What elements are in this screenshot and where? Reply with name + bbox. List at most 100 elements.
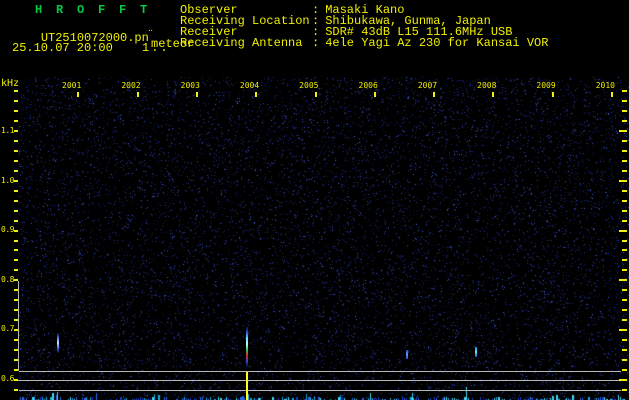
freq-axis-tick-left <box>14 160 18 162</box>
freq-axis-tick-left <box>14 100 18 102</box>
status-counter: 1.. <box>142 41 170 55</box>
time-axis-label: 2009 <box>536 81 556 90</box>
time-axis-label: 2007 <box>417 81 438 90</box>
freq-axis-tick-left <box>14 319 18 321</box>
freq-axis-tick-right <box>622 100 627 102</box>
freq-axis-tick-left <box>14 309 18 311</box>
freq-axis-tick-left <box>14 329 18 331</box>
meteor-echo-streak <box>475 347 477 357</box>
freq-axis-tick-left <box>14 230 18 232</box>
freq-axis-tick-right <box>622 269 627 271</box>
freq-axis-tick-right <box>619 379 627 381</box>
freq-axis-tick-right <box>622 389 627 391</box>
freq-axis-tick-right <box>622 210 627 212</box>
freq-axis-tick-left <box>14 180 18 182</box>
time-axis-label: 2005 <box>299 81 319 90</box>
freq-axis-tick-left <box>14 279 18 281</box>
band-box-left-edge <box>18 281 19 371</box>
freq-axis-tick-right <box>622 289 627 291</box>
freq-axis-tick-right <box>622 150 627 152</box>
freq-axis-tick-right <box>622 220 627 222</box>
time-axis-tick <box>136 92 139 97</box>
freq-axis-tick-left <box>14 110 18 112</box>
freq-axis-tick-left <box>14 150 18 152</box>
time-axis-label: 2001 <box>62 81 82 90</box>
meteor-echo-streak <box>246 327 248 367</box>
freq-axis-label: 1.0 <box>1 175 14 185</box>
time-axis-label: 2006 <box>358 81 378 90</box>
freq-axis-tick-right <box>622 200 627 202</box>
app-title: H R O F F T <box>35 3 151 17</box>
freq-axis-label: 0.6 <box>1 374 14 383</box>
freq-axis-tick-left <box>14 240 18 242</box>
freq-axis-tick-right <box>622 259 627 261</box>
hrofft-window: H R O F F T UT2510072000.pn¨meteor 25.10… <box>0 0 629 400</box>
time-axis-label: 2004 <box>239 81 260 90</box>
meteor-echo-streak <box>57 333 59 353</box>
freq-axis-tick-right <box>619 180 627 182</box>
time-axis-tick <box>255 92 258 97</box>
station-info-table: Observer: Masaki Kano Receiving Location: S… <box>180 4 549 50</box>
freq-axis-tick-right <box>622 309 627 311</box>
freq-axis-tick-right <box>619 230 627 232</box>
time-axis-tick <box>433 92 436 97</box>
colon-separator: : <box>312 36 320 50</box>
freq-axis-tick-left <box>14 90 18 92</box>
station-info-row: Receiving Antenna:4ele Yagi Az 230 for K… <box>180 36 549 50</box>
frequency-unit-label: kHz <box>1 78 20 89</box>
freq-axis-label: 1.1 <box>1 126 14 135</box>
freq-axis-tick-left <box>14 249 18 251</box>
freq-axis-tick-right <box>622 120 627 122</box>
freq-axis-tick-right <box>619 279 627 281</box>
freq-axis-tick-left <box>14 289 18 291</box>
freq-axis-label: 0.9 <box>1 225 14 235</box>
spectrogram-noise-layer <box>0 0 629 400</box>
observation-datetime: 25.10.07 20:00 <box>12 41 113 55</box>
time-axis-label: 2002 <box>121 81 141 90</box>
freq-axis-tick-right <box>622 369 627 371</box>
meteor-echo-streak <box>406 350 408 359</box>
freq-axis-tick-left <box>14 359 18 361</box>
freq-axis-tick-left <box>14 339 18 341</box>
level-strip-line-top <box>19 371 621 372</box>
freq-axis-tick-left <box>14 349 18 351</box>
freq-axis-tick-left <box>14 389 18 391</box>
freq-axis-tick-left <box>14 220 18 222</box>
freq-axis-tick-right <box>622 160 627 162</box>
time-axis-tick <box>314 92 317 97</box>
freq-axis-tick-right <box>619 130 627 132</box>
freq-axis-tick-right <box>622 170 627 172</box>
freq-axis-tick-right <box>622 249 627 251</box>
time-axis-label: 2003 <box>180 81 200 90</box>
freq-axis-tick-right <box>622 90 627 92</box>
freq-axis-tick-left <box>14 299 18 301</box>
freq-axis-tick-right <box>622 349 627 351</box>
time-axis-tick <box>373 92 376 97</box>
freq-axis-tick-left <box>14 130 18 132</box>
freq-axis-tick-right <box>622 299 627 301</box>
time-axis-tick <box>77 92 80 97</box>
level-strip-line-mid <box>15 380 621 381</box>
freq-axis-tick-left <box>14 379 18 381</box>
freq-axis-tick-left <box>14 269 18 271</box>
freq-axis-tick-left <box>14 259 18 261</box>
level-strip-line-bot <box>19 390 621 391</box>
time-axis-tick <box>195 92 198 97</box>
time-axis-tick <box>492 92 495 97</box>
station-info-label: Receiving Antenna <box>180 36 303 50</box>
time-axis-label: 2008 <box>477 81 497 90</box>
freq-axis-tick-left <box>14 140 18 142</box>
freq-axis-tick-right <box>622 110 627 112</box>
freq-axis-tick-left <box>14 190 18 192</box>
freq-axis-tick-left <box>14 170 18 172</box>
strong-echo-marker-line <box>246 372 248 400</box>
freq-axis-tick-left <box>14 120 18 122</box>
freq-axis-tick-left <box>14 369 18 371</box>
freq-axis-label: 0.8 <box>1 274 14 284</box>
station-info-value: 4ele Yagi Az 230 for Kansai VOR <box>325 36 549 50</box>
freq-axis-tick-right <box>622 359 627 361</box>
freq-axis-tick-right <box>622 190 627 192</box>
freq-axis-label: 0.7 <box>1 324 14 334</box>
time-axis-tick <box>611 92 613 97</box>
freq-axis-tick-left <box>14 210 18 212</box>
